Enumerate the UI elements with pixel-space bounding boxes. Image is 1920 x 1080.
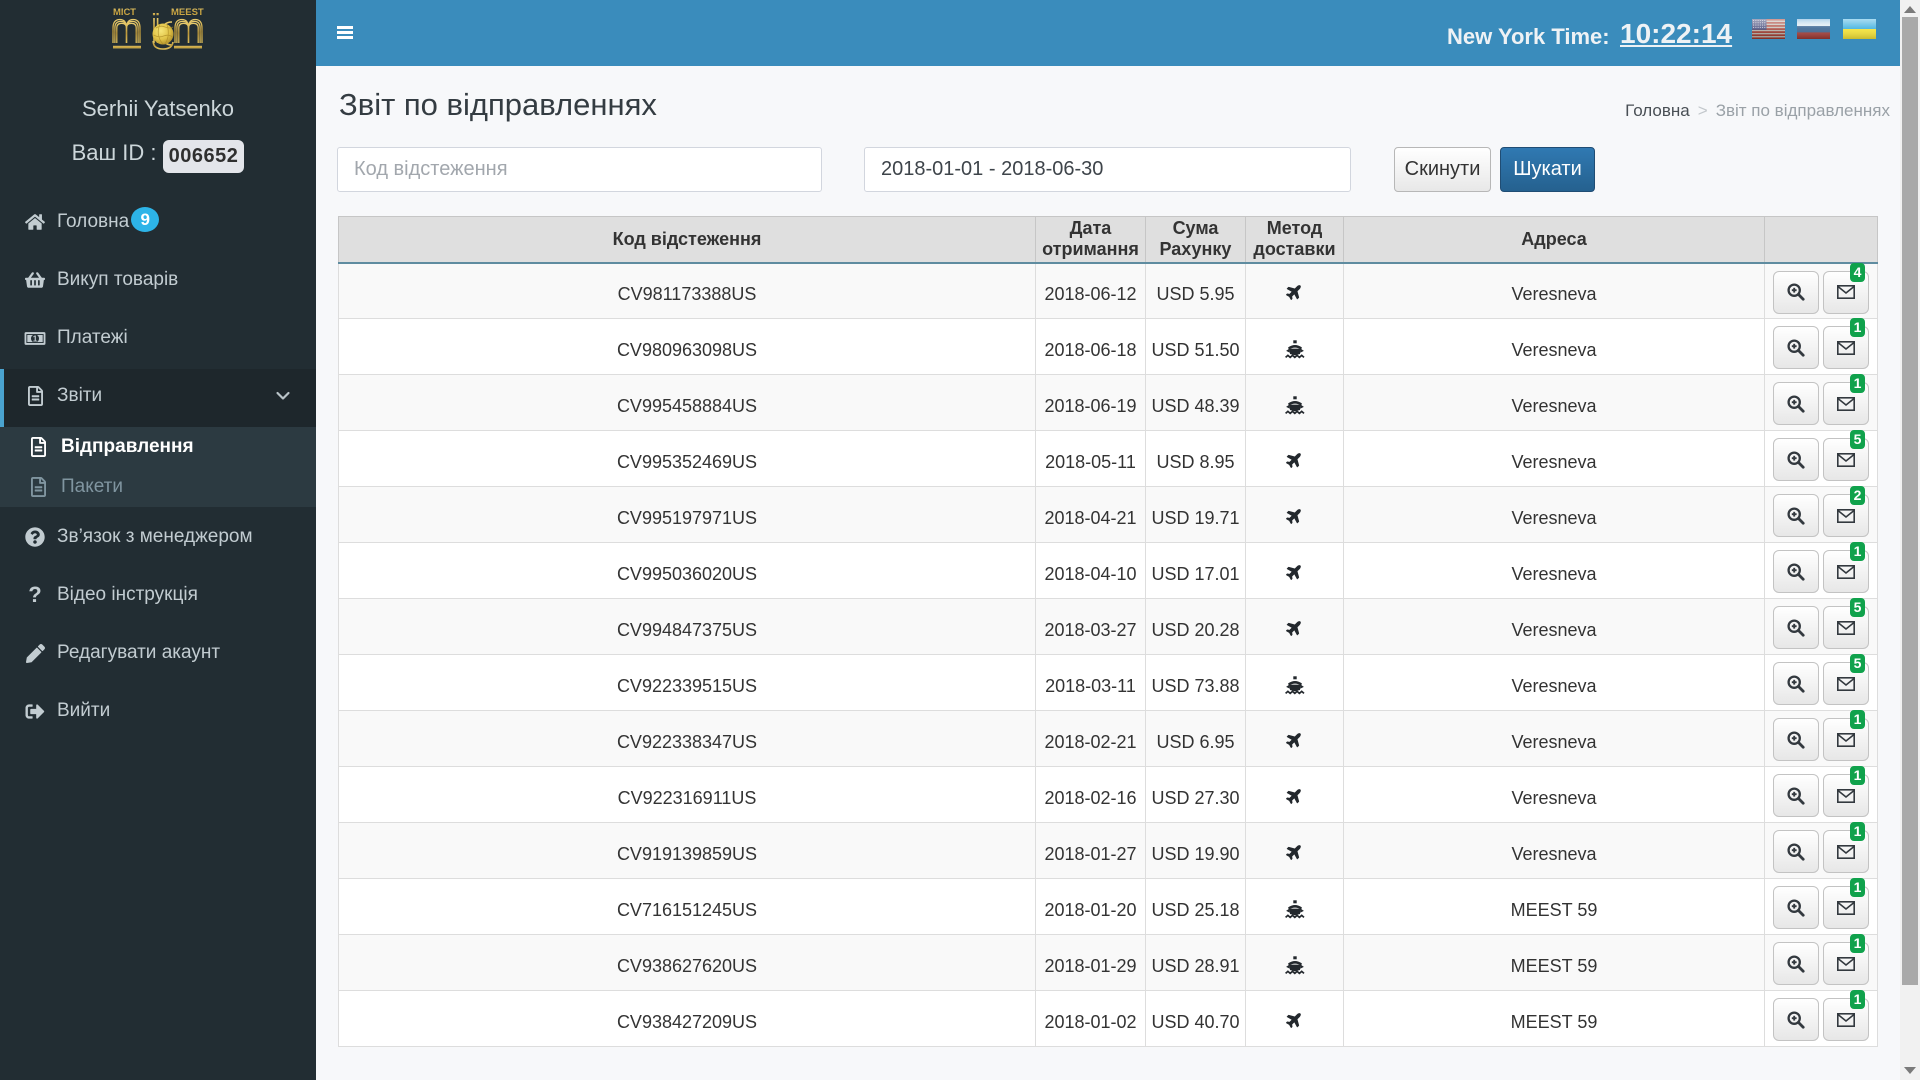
svg-text:MEEST: MEEST [171,7,204,18]
svg-text:МІСТ: МІСТ [113,7,136,18]
svg-text:1: 1 [33,334,38,343]
